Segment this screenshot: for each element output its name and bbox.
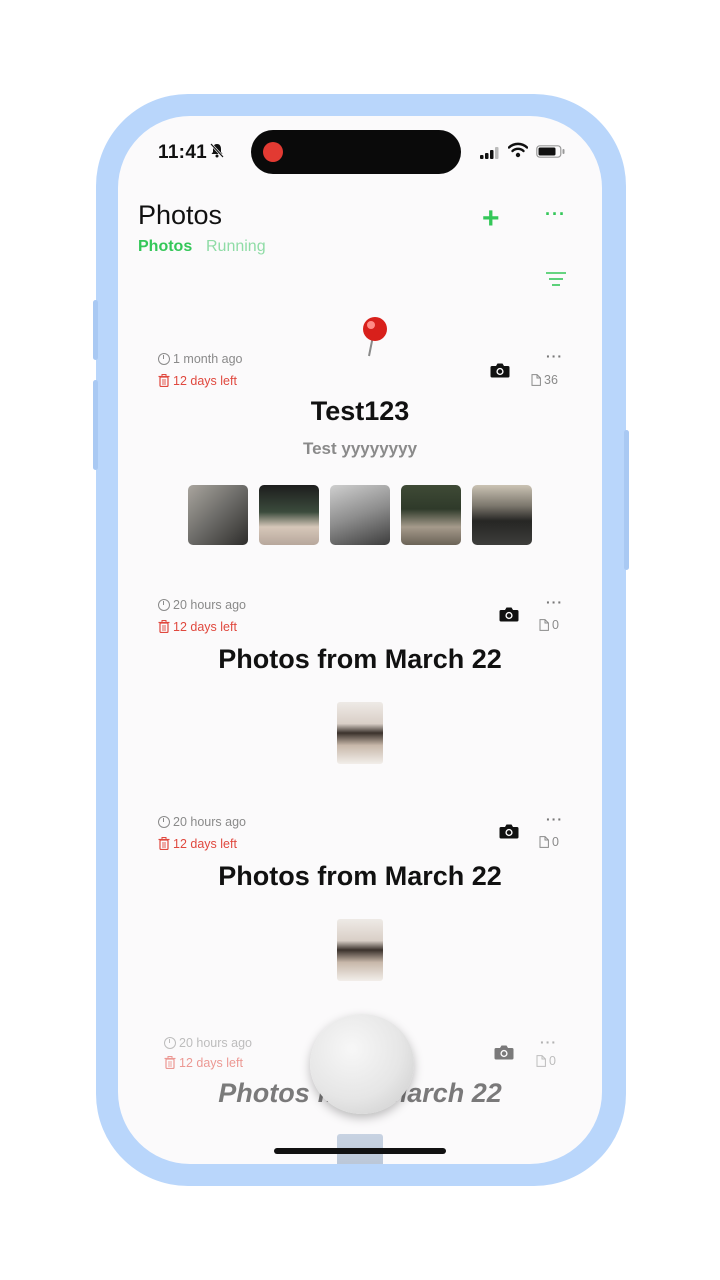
created-time-text: 20 hours ago (173, 598, 246, 612)
created-time-text: 1 month ago (173, 352, 243, 366)
photo-thumbnail[interactable] (259, 485, 319, 545)
touch-indicator (310, 1014, 414, 1114)
camera-icon[interactable] (490, 362, 510, 383)
side-button-right (624, 430, 629, 570)
ellipsis-icon[interactable]: ··· (545, 204, 566, 225)
trash-icon (158, 374, 170, 390)
photo-count-text: 0 (552, 835, 559, 849)
photo-count-text: 36 (544, 373, 558, 387)
album-card[interactable]: 20 hours ago 12 days left ··· 0 Photos f… (118, 576, 602, 793)
tab-running[interactable]: Running (206, 238, 266, 256)
recording-indicator (263, 142, 283, 162)
photo-count: 0 (539, 618, 559, 634)
dynamic-island (251, 130, 461, 174)
photo-count: 0 (539, 835, 559, 851)
navigation-bar: Photos Photos Running + ··· (118, 196, 602, 296)
side-button-left (93, 300, 98, 360)
tab-photos[interactable]: Photos (138, 238, 192, 256)
photo-thumbnail[interactable] (337, 702, 383, 764)
battery-icon (536, 145, 566, 163)
created-time: 20 hours ago (164, 1036, 252, 1050)
photo-thumbnail[interactable] (401, 485, 461, 545)
side-button-left-2 (93, 380, 98, 470)
clock-icon (158, 353, 170, 365)
clock-icon (158, 816, 170, 828)
card-more-icon[interactable]: ··· (546, 348, 563, 364)
photo-count: 0 (536, 1054, 556, 1070)
created-time: 1 month ago (158, 352, 243, 366)
page-title: Photos (138, 200, 223, 230)
status-time: 11:41 (158, 142, 208, 163)
silent-bell-icon (210, 143, 224, 161)
created-time: 20 hours ago (158, 598, 246, 612)
album-card[interactable]: 1 month ago 12 days left ··· 36 Test123 … (118, 316, 602, 576)
camera-icon[interactable] (499, 606, 519, 627)
document-icon (531, 374, 541, 389)
expiry-time: 12 days left (158, 837, 237, 853)
expiry-time-text: 12 days left (173, 837, 237, 851)
camera-icon[interactable] (494, 1044, 514, 1065)
filter-lines-icon[interactable] (546, 272, 566, 291)
photo-count-text: 0 (552, 618, 559, 632)
created-time: 20 hours ago (158, 815, 246, 829)
album-title: Photos from March 22 (218, 861, 502, 891)
photo-thumbnail[interactable] (330, 485, 390, 545)
expiry-time: 12 days left (164, 1056, 243, 1072)
album-title: Photos from March 22 (218, 644, 502, 674)
document-icon (536, 1055, 546, 1070)
photo-count-text: 0 (549, 1054, 556, 1068)
thumbnail-strip (118, 919, 602, 981)
clock-icon (164, 1037, 176, 1049)
clock-icon (158, 599, 170, 611)
expiry-time: 12 days left (158, 620, 237, 636)
wifi-icon (507, 142, 529, 163)
trash-icon (164, 1056, 176, 1072)
thumbnail-strip (118, 702, 602, 764)
photo-thumbnail[interactable] (472, 485, 532, 545)
card-more-icon[interactable]: ··· (540, 1034, 557, 1050)
plus-icon[interactable]: + (482, 204, 500, 234)
created-time-text: 20 hours ago (179, 1036, 252, 1050)
thumbnail-strip (118, 485, 602, 545)
photo-count: 36 (531, 373, 558, 389)
expiry-time-text: 12 days left (173, 620, 237, 634)
pushpin-icon (358, 316, 394, 365)
trash-icon (158, 620, 170, 636)
phone-screen: 11:41 Photos Photos Running + ··· 1 mont (118, 116, 602, 1164)
cellular-signal-icon (480, 146, 500, 164)
expiry-time: 12 days left (158, 374, 237, 390)
camera-icon[interactable] (499, 823, 519, 844)
album-card[interactable]: 20 hours ago 12 days left ··· 0 Photos f… (118, 793, 602, 1010)
expiry-time-text: 12 days left (173, 374, 237, 388)
created-time-text: 20 hours ago (173, 815, 246, 829)
trash-icon (158, 837, 170, 853)
album-title: Test123 (310, 396, 410, 426)
expiry-time-text: 12 days left (179, 1056, 243, 1070)
document-icon (539, 619, 549, 634)
album-subtitle: Test yyyyyyyy (302, 439, 418, 458)
photo-thumbnail[interactable] (337, 919, 383, 981)
card-more-icon[interactable]: ··· (546, 594, 563, 610)
photo-thumbnail[interactable] (188, 485, 248, 545)
document-icon (539, 836, 549, 851)
home-indicator[interactable] (274, 1148, 446, 1154)
card-more-icon[interactable]: ··· (546, 811, 563, 827)
status-bar: 11:41 (118, 116, 602, 190)
